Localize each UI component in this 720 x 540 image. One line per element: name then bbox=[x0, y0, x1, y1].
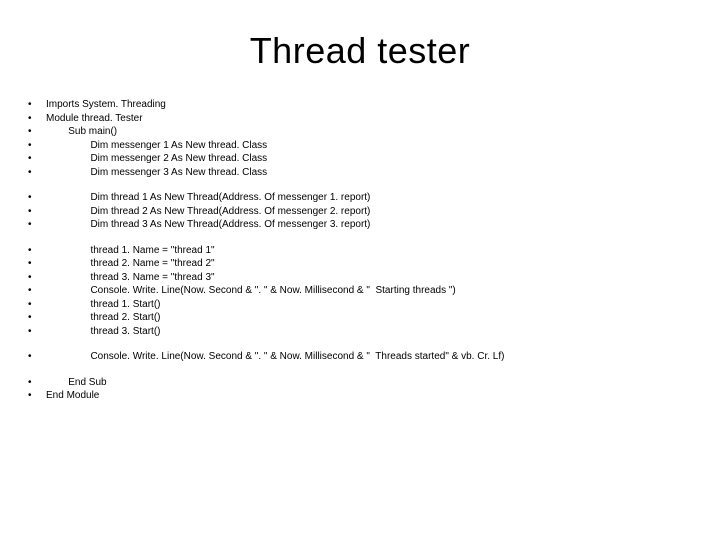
code-text: Dim messenger 2 As New thread. Class bbox=[46, 152, 267, 166]
bullet-icon: • bbox=[24, 376, 46, 390]
code-line: • thread 3. Name = "thread 3" bbox=[24, 271, 696, 285]
code-line: • End Sub bbox=[24, 376, 696, 390]
code-line: • Dim thread 2 As New Thread(Address. Of… bbox=[24, 205, 696, 219]
code-line: • Sub main() bbox=[24, 125, 696, 139]
bullet-icon: • bbox=[24, 191, 46, 205]
code-line: • Dim thread 1 As New Thread(Address. Of… bbox=[24, 191, 696, 205]
bullet-icon: • bbox=[24, 257, 46, 271]
bullet-icon: • bbox=[24, 284, 46, 298]
bullet-icon: • bbox=[24, 152, 46, 166]
group-gap bbox=[24, 364, 696, 376]
code-line: • Dim messenger 1 As New thread. Class bbox=[24, 139, 696, 153]
code-text: Dim messenger 3 As New thread. Class bbox=[46, 166, 267, 180]
code-line: • thread 1. Name = "thread 1" bbox=[24, 244, 696, 258]
bullet-icon: • bbox=[24, 389, 46, 403]
code-line: • thread 1. Start() bbox=[24, 298, 696, 312]
code-text: Dim thread 1 As New Thread(Address. Of m… bbox=[46, 191, 370, 205]
code-line: •Imports System. Threading bbox=[24, 98, 696, 112]
code-text: Sub main() bbox=[46, 125, 117, 139]
code-text: thread 3. Start() bbox=[46, 325, 160, 339]
bullet-icon: • bbox=[24, 325, 46, 339]
bullet-icon: • bbox=[24, 166, 46, 180]
code-text: Imports System. Threading bbox=[46, 98, 166, 112]
bullet-icon: • bbox=[24, 112, 46, 126]
bullet-icon: • bbox=[24, 271, 46, 285]
code-text: thread 1. Start() bbox=[46, 298, 160, 312]
bullet-icon: • bbox=[24, 205, 46, 219]
code-text: Dim messenger 1 As New thread. Class bbox=[46, 139, 267, 153]
bullet-icon: • bbox=[24, 218, 46, 232]
bullet-icon: • bbox=[24, 298, 46, 312]
code-text: thread 2. Name = "thread 2" bbox=[46, 257, 215, 271]
group-gap bbox=[24, 179, 696, 191]
bullet-icon: • bbox=[24, 139, 46, 153]
code-text: Module thread. Tester bbox=[46, 112, 143, 126]
slide-title: Thread tester bbox=[24, 30, 696, 72]
code-line: • thread 3. Start() bbox=[24, 325, 696, 339]
code-text: Dim thread 2 As New Thread(Address. Of m… bbox=[46, 205, 370, 219]
code-listing: •Imports System. Threading•Module thread… bbox=[24, 98, 696, 403]
code-line: • thread 2. Start() bbox=[24, 311, 696, 325]
code-line: • thread 2. Name = "thread 2" bbox=[24, 257, 696, 271]
code-text: End Module bbox=[46, 389, 99, 403]
code-line: • Console. Write. Line(Now. Second & ". … bbox=[24, 350, 696, 364]
code-text: Console. Write. Line(Now. Second & ". " … bbox=[46, 350, 504, 364]
code-line: • Dim messenger 3 As New thread. Class bbox=[24, 166, 696, 180]
bullet-icon: • bbox=[24, 244, 46, 258]
group-gap bbox=[24, 338, 696, 350]
code-line: • Dim thread 3 As New Thread(Address. Of… bbox=[24, 218, 696, 232]
bullet-icon: • bbox=[24, 350, 46, 364]
bullet-icon: • bbox=[24, 98, 46, 112]
group-gap bbox=[24, 232, 696, 244]
code-text: End Sub bbox=[46, 376, 107, 390]
code-text: thread 1. Name = "thread 1" bbox=[46, 244, 215, 258]
code-text: Dim thread 3 As New Thread(Address. Of m… bbox=[46, 218, 370, 232]
code-text: thread 3. Name = "thread 3" bbox=[46, 271, 215, 285]
bullet-icon: • bbox=[24, 125, 46, 139]
code-line: •End Module bbox=[24, 389, 696, 403]
code-text: Console. Write. Line(Now. Second & ". " … bbox=[46, 284, 456, 298]
code-line: • Dim messenger 2 As New thread. Class bbox=[24, 152, 696, 166]
code-line: •Module thread. Tester bbox=[24, 112, 696, 126]
code-text: thread 2. Start() bbox=[46, 311, 160, 325]
code-line: • Console. Write. Line(Now. Second & ". … bbox=[24, 284, 696, 298]
bullet-icon: • bbox=[24, 311, 46, 325]
